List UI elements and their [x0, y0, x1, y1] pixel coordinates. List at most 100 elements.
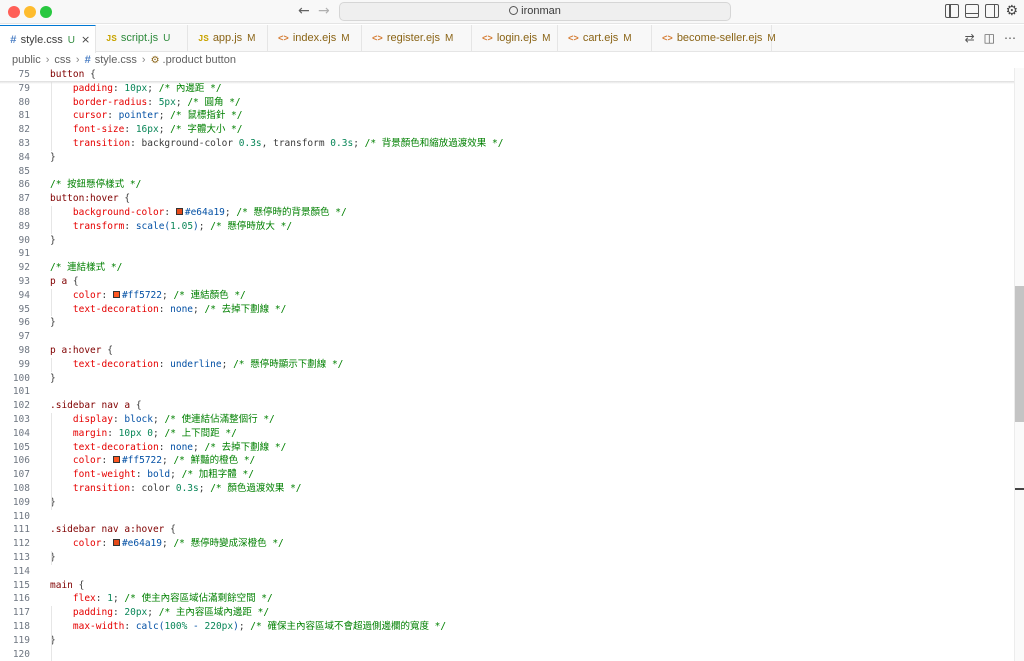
line-number: 99 [18, 358, 30, 370]
code-line: 103 display: block; /* 使連結佔滿整個行 */ [0, 413, 1014, 427]
code-line: 85 [0, 165, 1014, 179]
toggle-secondary-sidebar-icon[interactable] [985, 4, 1000, 18]
window-maximize-button[interactable] [40, 6, 52, 18]
code-editor[interactable]: 75 button {79 padding: 10px; /* 內邊距 */80 … [0, 68, 1014, 661]
code-token: font-weight [72, 469, 136, 481]
tab-style-css[interactable]: # style.css U × [0, 25, 96, 53]
code-token: : [124, 124, 136, 136]
code-line: 101 [0, 385, 1014, 399]
color-swatch-icon[interactable] [112, 290, 120, 298]
code-token: : [112, 82, 125, 94]
code-token: } [50, 317, 56, 329]
code-line: 116 flex: 1; /* 使主內容區域佔滿剩餘空間 */ [0, 592, 1014, 606]
line-number: 113 [12, 552, 30, 563]
code-text: /* 連結樣式 */ [50, 261, 122, 275]
line-number: 81 [18, 110, 30, 122]
tab-become-seller-ejs[interactable]: <> become-seller.ejs M [652, 25, 776, 52]
split-editor-icon[interactable]: ◫ [984, 31, 995, 45]
line-number: 104 [12, 427, 30, 439]
code-token: 0.3s [238, 138, 262, 149]
tab-git-status: M [767, 33, 776, 44]
window-close-button[interactable] [8, 6, 20, 18]
indent-guide [51, 357, 52, 372]
line-number: 91 [18, 248, 30, 260]
code-token: bold [147, 469, 171, 481]
code-token: - [187, 621, 205, 632]
code-text: font-weight: bold; /* 加粗字體 */ [50, 468, 254, 482]
color-swatch-icon[interactable] [112, 539, 120, 547]
code-token: /* 使主內容區域佔滿剩餘空間 */ [118, 593, 273, 605]
command-center-search[interactable]: ironman [339, 2, 731, 21]
code-token: /* 懸停時顯示下劃線 */ [227, 358, 344, 370]
code-token: color [72, 289, 102, 301]
line-number: 112 [12, 538, 30, 550]
color-swatch-icon[interactable] [112, 456, 120, 464]
line-number: 116 [12, 593, 30, 605]
back-arrow-icon[interactable]: ← [298, 3, 310, 19]
code-token: { [72, 276, 79, 287]
compare-icon[interactable]: ⇄ [965, 31, 975, 45]
window-title: ironman [521, 5, 561, 17]
code-token: : [135, 469, 148, 481]
code-text: text-decoration: none; /* 去掉下劃線 */ [50, 441, 286, 455]
breadcrumb-item-symbol[interactable]: .product button [163, 54, 236, 66]
line-number: 98 [18, 345, 30, 356]
window-minimize-button[interactable] [24, 6, 36, 18]
code-token: display [72, 414, 113, 425]
code-line: 91 [0, 247, 1014, 261]
breadcrumb-item-file[interactable]: style.css [95, 54, 137, 66]
color-swatch-icon[interactable] [175, 208, 183, 215]
tab-login-ejs[interactable]: <> login.ejs M [472, 25, 558, 52]
breadcrumb-chevron-icon: › [75, 54, 80, 66]
code-line: 98 p a:hover { [0, 344, 1014, 358]
code-text: font-size: 16px; /* 字體大小 */ [50, 123, 243, 137]
code-token: /* 字體大小 */ [164, 124, 243, 136]
code-token: /* 去掉下劃線 */ [198, 441, 287, 453]
more-icon[interactable]: ⋯ [1004, 31, 1016, 45]
code-token: 100% [164, 621, 188, 632]
overview-ruler-marker [1015, 488, 1024, 490]
tab-app-js[interactable]: JS app.js M [188, 25, 268, 52]
code-token: .sidebar nav a [50, 400, 131, 412]
tab-git-status: U [163, 33, 171, 44]
tab-cart-ejs[interactable]: <> cart.ejs M [558, 25, 652, 52]
line-number: 108 [12, 483, 30, 494]
code-token: p a [50, 276, 68, 287]
indent-guide [51, 551, 52, 565]
code-text: p a:hover { [50, 344, 113, 358]
breadcrumb-item-folder[interactable]: css [54, 54, 71, 66]
code-token: p a:hover [50, 345, 102, 356]
code-token: { [78, 579, 85, 591]
forward-arrow-icon[interactable]: → [318, 3, 330, 19]
code-line: 104 margin: 10px 0; /* 上下間距 */ [0, 427, 1014, 441]
code-token: transition [72, 138, 131, 149]
js-file-icon: JS [198, 34, 209, 44]
toggle-panel-icon[interactable] [965, 4, 980, 18]
breadcrumb-item-folder[interactable]: public [12, 54, 41, 66]
code-token: none [170, 441, 194, 453]
close-icon[interactable]: × [81, 33, 90, 46]
code-token: pointer [118, 110, 159, 122]
tab-git-status: M [341, 33, 350, 44]
toggle-primary-sidebar-icon[interactable] [945, 4, 960, 18]
code-token: underline [170, 358, 222, 370]
gear-icon[interactable]: ⚙ [1005, 4, 1018, 18]
code-token: text-decoration [72, 303, 159, 315]
line-number: 86 [18, 179, 30, 191]
tab-index-ejs[interactable]: <> index.ejs M [268, 25, 362, 52]
editor-tab-bar: ⇄ ◫ ⋯ # style.css U × JS script.js U JS app.js M <… [0, 25, 1024, 53]
code-line: 120 [0, 648, 1014, 661]
code-token: 20px [124, 607, 148, 619]
tab-register-ejs[interactable]: <> register.ejs M [362, 25, 472, 52]
code-text: color: #e64a19; /* 懸停時變成深橙色 */ [50, 537, 284, 551]
scrollbar-thumb[interactable] [1015, 286, 1024, 422]
tab-label: become-seller.ejs [676, 32, 763, 44]
code-line: 112 color: #e64a19; /* 懸停時變成深橙色 */ [0, 537, 1014, 551]
indent-guide [51, 206, 52, 234]
tab-script-js[interactable]: JS script.js U [96, 25, 188, 52]
